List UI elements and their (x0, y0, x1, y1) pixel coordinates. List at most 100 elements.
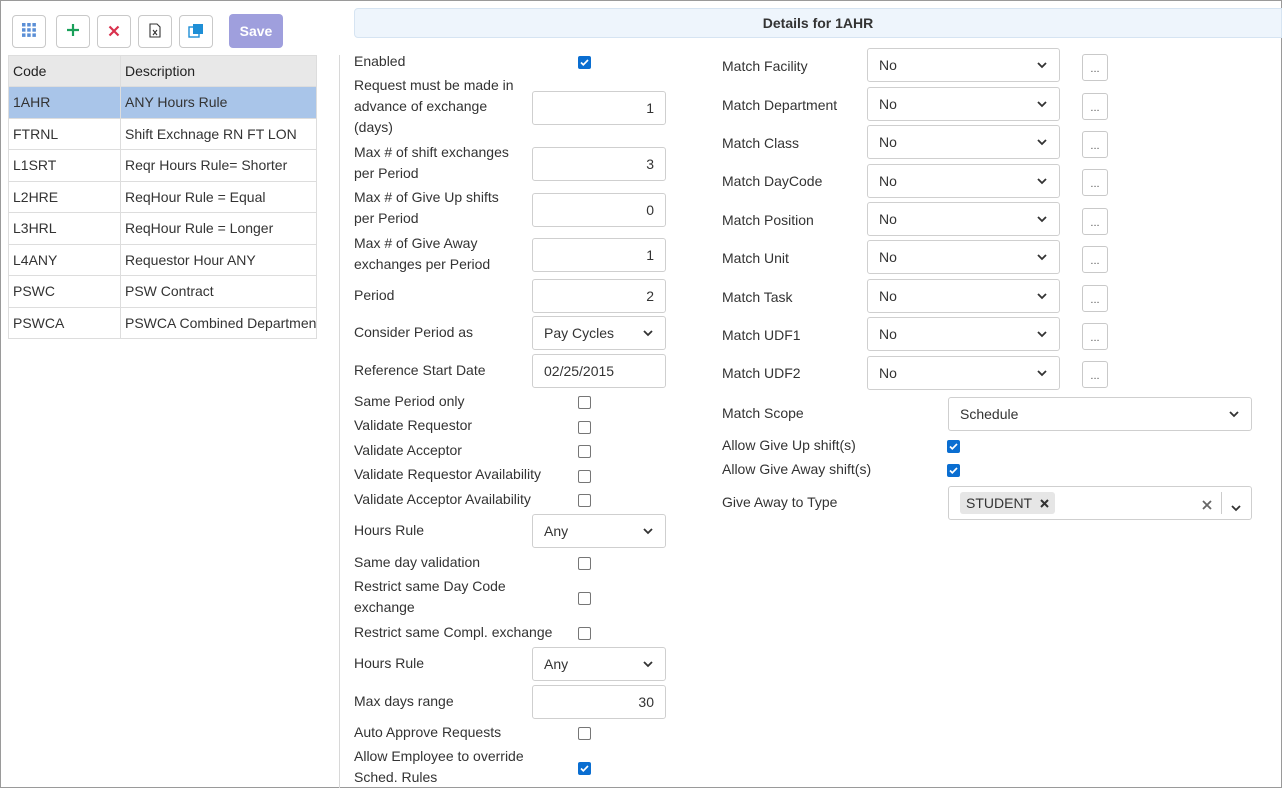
label-line: exchanges per Period (354, 256, 491, 272)
allow-override-checkbox[interactable] (578, 762, 591, 775)
row-code: L4ANY (9, 244, 121, 275)
hours-rule-2-value: Any (544, 656, 569, 672)
table-row[interactable]: PSWCA PSWCA Combined Departmen (8, 307, 317, 339)
enabled-label: Enabled (354, 53, 406, 69)
table-row[interactable]: PSWC PSW Contract (8, 276, 317, 308)
max-give-up-input[interactable]: 0 (532, 193, 666, 227)
validate-acceptor-availability-checkbox[interactable] (578, 494, 591, 507)
add-button[interactable] (56, 15, 90, 48)
table-row[interactable]: L4ANY Requestor Hour ANY (8, 244, 317, 276)
same-day-validation-label: Same day validation (354, 554, 481, 570)
max-days-range-input[interactable]: 30 (532, 685, 666, 719)
max-shift-exchanges-label: Max # of shift exchanges per Period (354, 142, 509, 184)
chevron-down-icon[interactable] (1231, 499, 1241, 515)
match-facility-select[interactable]: No (867, 48, 1060, 82)
chevron-down-icon (642, 327, 654, 339)
advance-days-label: Request must be made in advance of excha… (354, 75, 514, 138)
list-header: Code Description (8, 55, 317, 87)
match-unit-label: Match Unit (722, 250, 789, 266)
match-udf2-select[interactable]: No (867, 356, 1060, 390)
allow-give-away-checkbox[interactable] (947, 464, 960, 477)
match-department-more-button[interactable]: ... (1082, 93, 1108, 120)
table-row[interactable]: L3HRL ReqHour Rule = Longer (8, 213, 317, 245)
match-task-more-button[interactable]: ... (1082, 285, 1108, 312)
match-unit-select[interactable]: No (867, 240, 1060, 274)
chevron-down-icon (1228, 408, 1240, 420)
match-task-select[interactable]: No (867, 279, 1060, 313)
match-facility-label: Match Facility (722, 58, 808, 74)
save-button[interactable]: Save (229, 14, 283, 48)
grid-view-button[interactable] (12, 15, 46, 48)
match-daycode-more-button[interactable]: ... (1082, 169, 1108, 196)
allow-give-up-label: Allow Give Up shift(s) (722, 437, 856, 453)
code-list: Code Description 1AHR ANY Hours Rule FTR… (8, 55, 317, 339)
match-udf1-select[interactable]: No (867, 317, 1060, 351)
match-facility-more-button[interactable]: ... (1082, 54, 1108, 81)
chevron-down-icon (1036, 59, 1048, 71)
max-shift-exchanges-input[interactable]: 3 (532, 147, 666, 181)
row-description: PSWCA Combined Departmen (125, 314, 316, 331)
hours-rule-select[interactable]: Any (532, 514, 666, 548)
validate-acceptor-availability-label: Validate Acceptor Availability (354, 491, 531, 507)
chevron-down-icon (1036, 98, 1048, 110)
advance-days-input[interactable]: 1 (532, 91, 666, 125)
clear-selection-icon[interactable] (1202, 497, 1212, 513)
enabled-checkbox[interactable] (578, 56, 591, 69)
reference-start-input[interactable]: 02/25/2015 (532, 354, 666, 388)
table-row[interactable]: L1SRT Reqr Hours Rule= Shorter (8, 150, 317, 182)
tag-label: STUDENT (966, 495, 1033, 511)
match-position-value: No (879, 211, 897, 227)
allow-give-up-checkbox[interactable] (947, 440, 960, 453)
match-class-value: No (879, 134, 897, 150)
table-row[interactable]: L2HRE ReqHour Rule = Equal (8, 181, 317, 213)
match-daycode-label: Match DayCode (722, 173, 823, 189)
match-scope-select[interactable]: Schedule (948, 397, 1252, 431)
consider-period-value: Pay Cycles (544, 325, 615, 341)
match-udf2-more-button[interactable]: ... (1082, 361, 1108, 388)
match-position-label: Match Position (722, 212, 814, 228)
label-line: per Period (354, 165, 419, 181)
validate-requestor-checkbox[interactable] (578, 421, 591, 434)
column-header-description[interactable]: Description (121, 56, 316, 86)
match-position-select[interactable]: No (867, 202, 1060, 236)
match-udf1-more-button[interactable]: ... (1082, 323, 1108, 350)
table-row[interactable]: FTRNL Shift Exchnage RN FT LON (8, 118, 317, 150)
restrict-day-code-checkbox[interactable] (578, 592, 591, 605)
match-facility-value: No (879, 57, 897, 73)
period-input[interactable]: 2 (532, 279, 666, 313)
chevron-down-icon (1036, 213, 1048, 225)
match-udf2-label: Match UDF2 (722, 365, 801, 381)
match-position-more-button[interactable]: ... (1082, 208, 1108, 235)
max-give-away-input[interactable]: 1 (532, 238, 666, 272)
remove-tag-icon[interactable] (1040, 495, 1049, 511)
match-department-select[interactable]: No (867, 87, 1060, 121)
match-unit-more-button[interactable]: ... (1082, 246, 1108, 273)
validate-requestor-availability-checkbox[interactable] (578, 470, 591, 483)
match-class-select[interactable]: No (867, 125, 1060, 159)
row-description: Reqr Hours Rule= Shorter (125, 157, 288, 174)
same-period-only-checkbox[interactable] (578, 396, 591, 409)
match-daycode-select[interactable]: No (867, 164, 1060, 198)
consider-period-select[interactable]: Pay Cycles (532, 316, 666, 350)
same-day-validation-checkbox[interactable] (578, 557, 591, 570)
restrict-compl-checkbox[interactable] (578, 627, 591, 640)
delete-button[interactable] (97, 15, 131, 48)
export-excel-button[interactable] (138, 15, 172, 48)
validate-acceptor-checkbox[interactable] (578, 445, 591, 458)
table-row[interactable]: 1AHR ANY Hours Rule (8, 87, 317, 119)
same-period-only-label: Same Period only (354, 393, 465, 409)
row-description: ReqHour Rule = Longer (125, 220, 274, 237)
hours-rule-2-select[interactable]: Any (532, 647, 666, 681)
match-daycode-value: No (879, 173, 897, 189)
row-code: FTRNL (9, 118, 121, 149)
column-header-code[interactable]: Code (9, 56, 121, 86)
match-unit-value: No (879, 249, 897, 265)
allow-override-label: Allow Employee to override Sched. Rules (354, 746, 524, 788)
copy-button[interactable] (179, 15, 213, 48)
match-task-value: No (879, 288, 897, 304)
match-class-more-button[interactable]: ... (1082, 131, 1108, 158)
validate-requestor-label: Validate Requestor (354, 417, 473, 433)
grid-icon (22, 23, 36, 40)
panel-divider (339, 55, 340, 788)
auto-approve-checkbox[interactable] (578, 727, 591, 740)
